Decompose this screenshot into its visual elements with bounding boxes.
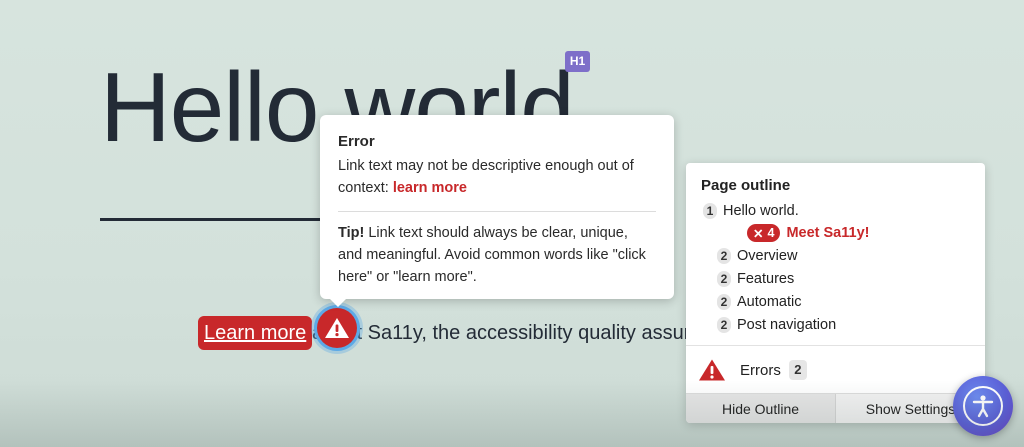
warning-icon [325, 318, 349, 338]
heading-level-badge: 2 [717, 317, 731, 333]
warning-toggle-button[interactable] [317, 308, 357, 348]
errors-summary: Errors 2 [698, 357, 807, 383]
outline-item[interactable]: 2 Automatic [717, 292, 801, 312]
intro-paragraph: about Sa11y, the accessibility quality a… [312, 322, 734, 344]
outline-item-error[interactable]: ✕ 4 Meet Sa11y! [747, 223, 869, 243]
accessibility-person-icon [972, 395, 994, 418]
panel-footer: Hide Outline Show Settings [686, 393, 985, 423]
outline-item[interactable]: 2 Features [717, 269, 794, 289]
tooltip-tip: Tip! Link text should always be clear, u… [338, 222, 656, 288]
tooltip-message-link: learn more [392, 180, 467, 196]
tooltip-message: Link text may not be descriptive enough … [338, 155, 656, 199]
tooltip-title: Error [338, 133, 375, 150]
outline-item-label: Meet Sa11y! [786, 225, 870, 241]
panel-title: Page outline [701, 177, 791, 194]
heading-level-badge: 2 [717, 294, 731, 310]
accessibility-icon-ring [963, 386, 1003, 426]
outline-item-label: Hello world. [723, 203, 799, 219]
outline-item-label: Overview [737, 248, 798, 264]
outline-item[interactable]: 2 Post navigation [717, 315, 836, 335]
outline-item[interactable]: 2 Overview [717, 246, 797, 266]
heading-level-badge: 2 [717, 271, 731, 287]
tooltip-tip-text: Link text should always be clear, unique… [338, 225, 646, 285]
error-level-badge: ✕ 4 [747, 224, 781, 242]
accessibility-toggle-button[interactable] [953, 376, 1013, 436]
warning-icon [699, 359, 725, 381]
error-x-icon: ✕ [753, 226, 764, 241]
panel-divider [686, 345, 985, 346]
heading-level-badge: 1 [703, 203, 717, 219]
outline-item-label: Features [737, 271, 795, 287]
errors-count-badge: 2 [788, 360, 807, 380]
hide-outline-button[interactable]: Hide Outline [686, 394, 836, 423]
error-level-number: 4 [767, 226, 775, 240]
page-outline-panel: Page outline 1 Hello world. ✕ 4 Meet Sa1… [686, 163, 985, 423]
error-tooltip: Error Link text may not be descriptive e… [320, 115, 674, 307]
errors-label: Errors [740, 361, 781, 379]
heading-level-badge: H1 [565, 51, 590, 72]
tooltip-message-text: Link text may not be descriptive enough … [338, 158, 634, 196]
tooltip-tip-label: Tip! [338, 225, 365, 241]
divider [100, 218, 330, 221]
outline-item[interactable]: 1 Hello world. [703, 201, 799, 221]
outline-item-label: Automatic [737, 294, 802, 310]
heading-level-badge: 2 [717, 248, 731, 264]
learn-more-link[interactable]: Learn more [200, 318, 311, 348]
tooltip-divider [338, 211, 656, 212]
outline-item-label: Post navigation [737, 317, 837, 333]
